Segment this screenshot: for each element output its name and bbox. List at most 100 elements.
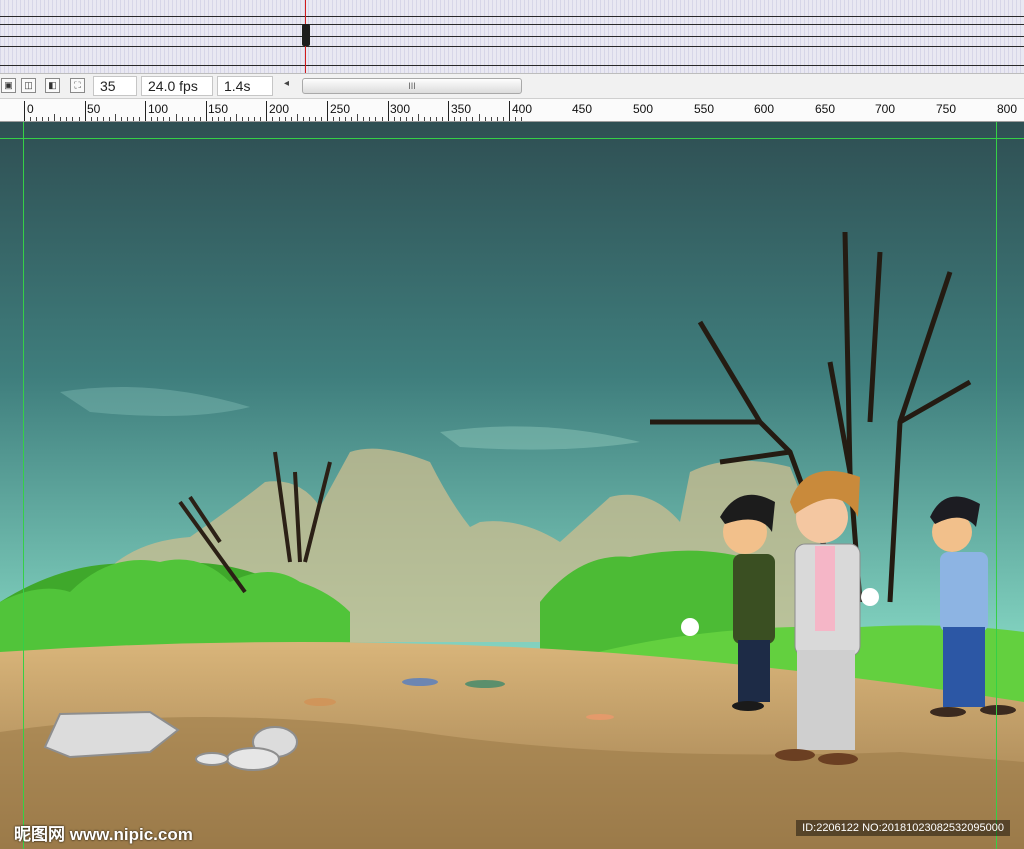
timeline-layer-divider <box>0 46 1024 47</box>
ruler-tick <box>133 117 134 121</box>
ruler-tick <box>242 117 243 121</box>
ruler-tick <box>479 114 480 121</box>
ruler-tick <box>97 117 98 121</box>
ruler-tick <box>54 114 55 121</box>
ruler-tick <box>85 101 86 121</box>
ruler-tick <box>472 117 473 121</box>
ruler-tick <box>388 101 389 121</box>
timeline-layer-divider <box>0 24 1024 25</box>
onion-skin-icon[interactable]: ◫ <box>21 78 36 93</box>
pebble <box>586 714 614 720</box>
ruler-label: 800 <box>997 102 1018 116</box>
edit-multiple-frames-icon[interactable]: ⛶ <box>70 78 85 93</box>
current-frame-field[interactable]: 35 <box>93 76 137 96</box>
ruler-tick <box>515 117 516 121</box>
ruler-tick <box>163 117 164 121</box>
ruler-tick <box>509 101 510 121</box>
timeline-layer-divider <box>0 65 1024 66</box>
ruler-tick <box>466 117 467 121</box>
ruler-label: 400 <box>512 102 533 116</box>
ruler-label: 200 <box>269 102 290 116</box>
ruler-tick <box>176 114 177 121</box>
ruler-tick <box>363 117 364 121</box>
timeline-panel[interactable] <box>0 0 1024 73</box>
ruler-label: 750 <box>936 102 957 116</box>
ruler-tick <box>36 117 37 121</box>
daisy-flower <box>681 618 699 636</box>
small-rock <box>226 747 280 771</box>
pebble <box>465 680 505 688</box>
ruler-tick <box>297 114 298 121</box>
ruler-tick <box>309 117 310 121</box>
timeline-layer-divider <box>0 16 1024 17</box>
ruler-tick <box>503 117 504 121</box>
horizontal-ruler: 0 50 100 150 200 250 300 350 400 450 500… <box>0 99 1024 122</box>
center-frame-icon[interactable]: ▣ <box>1 78 16 93</box>
ruler-tick <box>333 117 334 121</box>
ruler-tick <box>260 117 261 121</box>
ruler-tick <box>345 117 346 121</box>
ruler-tick <box>315 117 316 121</box>
ruler-tick <box>460 117 461 121</box>
ruler-tick <box>206 101 207 121</box>
stage-guide-left[interactable] <box>23 122 24 849</box>
scrollbar-grip-icon: III <box>408 81 416 91</box>
timeline-layer-divider <box>0 36 1024 37</box>
animation-stage[interactable]: 昵图网 www.nipic.com ID:2206122 NO:20181023… <box>0 122 1024 849</box>
ruler-tick <box>66 117 67 121</box>
ruler-tick <box>24 101 25 121</box>
ruler-label: 700 <box>875 102 896 116</box>
ruler-tick <box>285 117 286 121</box>
ruler-tick <box>218 117 219 121</box>
stage-guide-right[interactable] <box>996 122 997 849</box>
scroll-left-arrow-icon[interactable]: ◂ <box>284 78 289 89</box>
pebble <box>304 698 336 706</box>
ruler-tick <box>279 117 280 121</box>
ruler-tick <box>42 117 43 121</box>
ruler-tick <box>406 117 407 121</box>
watermark-id: ID:2206122 NO:20181023082532095000 <box>796 820 1010 836</box>
ruler-label: 150 <box>208 102 229 116</box>
ruler-tick <box>448 101 449 121</box>
ruler-tick <box>48 117 49 121</box>
ruler-tick <box>188 117 189 121</box>
stage-scene <box>0 122 1024 849</box>
watermark-site: 昵图网 www.nipic.com <box>14 825 193 844</box>
ruler-tick <box>382 117 383 121</box>
ruler-tick <box>497 117 498 121</box>
onion-outlines-icon[interactable]: ◧ <box>45 78 60 93</box>
ruler-tick <box>115 114 116 121</box>
ruler-label: 350 <box>451 102 472 116</box>
ruler-tick <box>157 117 158 121</box>
ruler-tick <box>212 117 213 121</box>
elapsed-time-field: 1.4s <box>217 76 273 96</box>
playhead-handle[interactable] <box>302 24 310 46</box>
ruler-tick <box>442 117 443 121</box>
stage-guide-top[interactable] <box>0 138 1024 139</box>
timeline-horizontal-scrollbar[interactable]: III <box>302 78 522 94</box>
ruler-tick <box>145 101 146 121</box>
ruler-label: 250 <box>330 102 351 116</box>
ruler-label: 500 <box>633 102 654 116</box>
ruler-tick <box>182 117 183 121</box>
ruler-tick <box>109 117 110 121</box>
ruler-tick <box>103 117 104 121</box>
ruler-tick <box>30 117 31 121</box>
ruler-tick <box>291 117 292 121</box>
ruler-tick <box>127 117 128 121</box>
ruler-tick <box>151 117 152 121</box>
ruler-tick <box>266 101 267 121</box>
ruler-tick <box>236 114 237 121</box>
ruler-tick <box>169 117 170 121</box>
ruler-label: 300 <box>390 102 411 116</box>
ruler-tick <box>400 117 401 121</box>
ruler-label: 600 <box>754 102 775 116</box>
small-rock <box>195 752 229 766</box>
ruler-tick <box>194 117 195 121</box>
frame-rate-field[interactable]: 24.0 fps <box>141 76 213 96</box>
ruler-tick <box>375 117 376 121</box>
ruler-tick <box>357 114 358 121</box>
ruler-label: 0 <box>27 102 34 116</box>
ruler-tick <box>321 117 322 121</box>
ruler-label: 650 <box>815 102 836 116</box>
